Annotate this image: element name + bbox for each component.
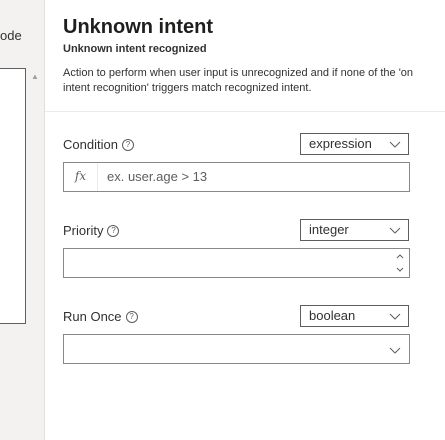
page-title: Unknown intent [63, 16, 213, 38]
condition-placeholder: ex. user.age > 13 [107, 169, 208, 184]
chevron-down-icon [389, 313, 401, 320]
condition-label-row: Condition ? [63, 137, 134, 152]
chevron-down-icon [389, 227, 401, 234]
scroll-up-icon[interactable]: ▲ [31, 72, 39, 81]
run-once-label-row: Run Once ? [63, 309, 138, 324]
page-description: Action to perform when user input is unr… [63, 67, 414, 94]
help-circle-icon[interactable]: ? [121, 138, 134, 151]
priority-type-select[interactable]: integer [300, 219, 409, 241]
left-pane: ode ▲ [0, 0, 45, 440]
left-pane-label: ode [0, 28, 22, 43]
fx-icon[interactable]: fx [64, 163, 98, 191]
page-subtitle: Unknown intent recognized [63, 43, 207, 55]
run-once-type-select[interactable]: boolean [300, 305, 409, 327]
condition-type-select[interactable]: expression [300, 133, 409, 155]
code-editor[interactable] [0, 68, 26, 324]
spin-button-icon[interactable] [395, 251, 405, 275]
help-circle-icon[interactable]: ? [107, 224, 120, 237]
run-once-dropdown[interactable] [63, 334, 410, 364]
priority-label-row: Priority ? [63, 223, 120, 238]
priority-type-value: integer [309, 222, 349, 237]
run-once-type-value: boolean [309, 308, 356, 323]
run-once-label: Run Once [63, 309, 122, 324]
chevron-down-icon [389, 347, 401, 354]
chevron-down-icon [389, 141, 401, 148]
help-circle-icon[interactable]: ? [125, 310, 138, 323]
section-divider [45, 111, 445, 112]
condition-label: Condition [63, 137, 118, 152]
priority-input[interactable] [63, 248, 410, 278]
condition-input[interactable]: fx ex. user.age > 13 [63, 162, 410, 192]
condition-type-value: expression [309, 136, 372, 151]
property-pane: Unknown intent Unknown intent recognized… [45, 0, 445, 440]
priority-label: Priority [63, 223, 104, 238]
